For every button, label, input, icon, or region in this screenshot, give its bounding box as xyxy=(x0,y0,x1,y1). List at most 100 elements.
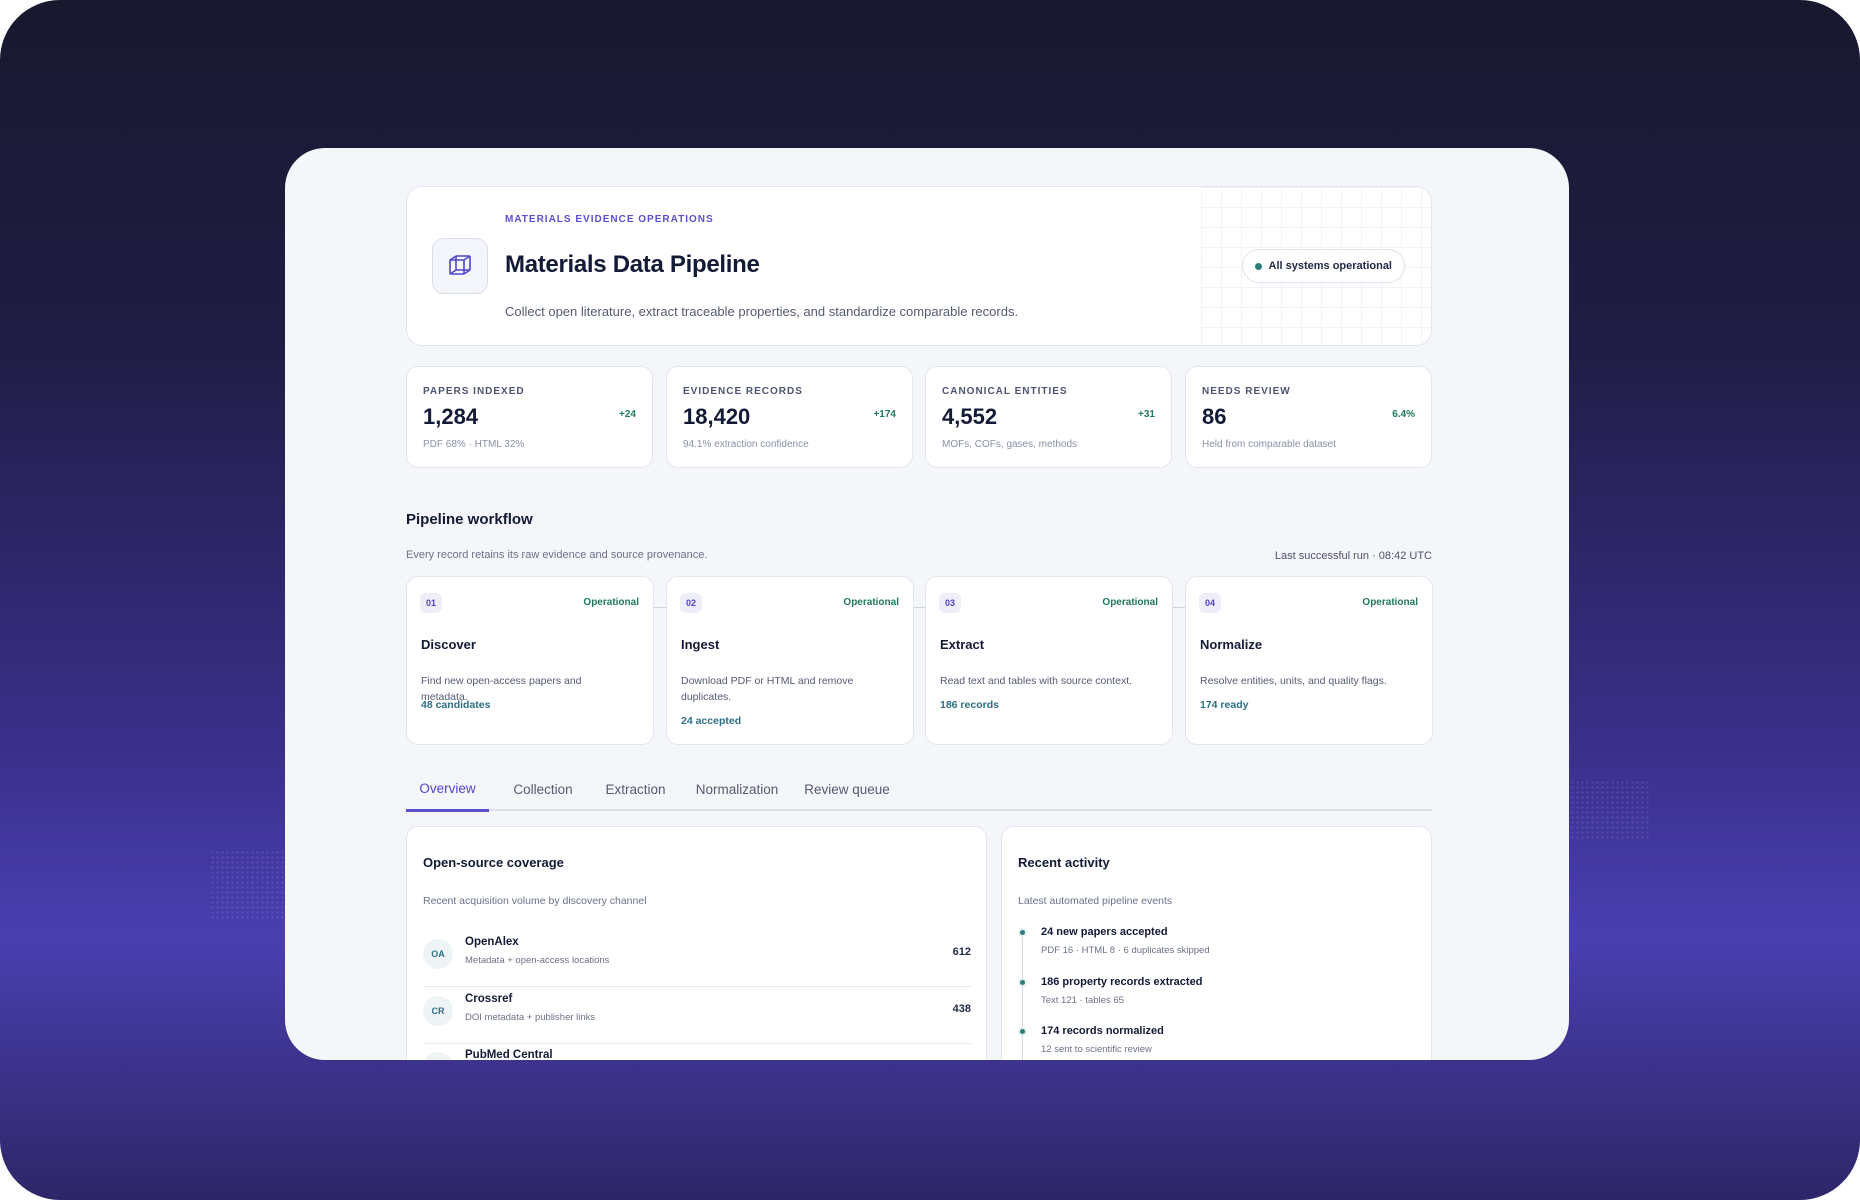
activity-item-detail: 12 sent to scientific review xyxy=(1041,1044,1152,1055)
metric-label: NEEDS REVIEW xyxy=(1202,386,1291,397)
activity-item-title: 174 records normalized xyxy=(1041,1025,1164,1037)
step-count-link[interactable]: 174 ready xyxy=(1200,699,1248,711)
metric-card-evidence-records[interactable]: EVIDENCE RECORDS 18,420 +174 94.1% extra… xyxy=(666,366,913,468)
step-count-link[interactable]: 24 accepted xyxy=(681,715,741,727)
metric-label: CANONICAL ENTITIES xyxy=(942,386,1068,397)
step-name: Ingest xyxy=(681,637,720,652)
source-count: 612 xyxy=(952,946,971,958)
cube-lattice-icon xyxy=(449,255,471,275)
source-row-pubmed-central[interactable]: PM PubMed Central xyxy=(423,1044,971,1060)
metrics-row: PAPERS INDEXED 1,284 +24 PDF 68% · HTML … xyxy=(406,366,1432,468)
step-number: 01 xyxy=(420,593,442,613)
tab-bar: Overview Collection Extraction Normaliza… xyxy=(406,768,1432,812)
source-count: 438 xyxy=(952,1003,971,1015)
step-status: Operational xyxy=(1362,597,1418,608)
activity-panel: Recent activity Latest automated pipelin… xyxy=(1001,826,1432,1060)
source-subtitle: Metadata + open-access locations xyxy=(465,955,610,966)
status-dot-icon xyxy=(1254,263,1262,270)
source-name: Crossref xyxy=(465,993,513,1005)
tab-overview[interactable]: Overview xyxy=(406,768,489,812)
app-window: MATERIALS EVIDENCE OPERATIONS Materials … xyxy=(285,148,1569,1060)
workflow-step-discover[interactable]: 01 Operational Discover Find new open-ac… xyxy=(406,576,654,745)
step-connector xyxy=(1173,607,1185,608)
workflow-section-title: Pipeline workflow xyxy=(406,511,533,528)
metric-value: 86 xyxy=(1202,404,1227,429)
tab-review-queue[interactable]: Review queue xyxy=(798,768,896,811)
step-description: Download PDF or HTML and remove duplicat… xyxy=(681,675,854,703)
tab-collection[interactable]: Collection xyxy=(502,768,584,811)
metric-label: PAPERS INDEXED xyxy=(423,386,525,397)
step-status: Operational xyxy=(1102,597,1158,608)
step-name: Discover xyxy=(421,637,476,652)
metric-value: 1,284 xyxy=(423,404,479,429)
metric-card-canonical-entities[interactable]: CANONICAL ENTITIES 4,552 +31 MOFs, COFs,… xyxy=(925,366,1172,468)
page-subtitle: Collect open literature, extract traceab… xyxy=(505,304,1019,319)
eyebrow-label: MATERIALS EVIDENCE OPERATIONS xyxy=(505,214,714,225)
backdrop: MATERIALS EVIDENCE OPERATIONS Materials … xyxy=(0,0,1860,1200)
system-status-label: All systems operational xyxy=(1268,260,1393,272)
tab-normalization[interactable]: Normalization xyxy=(688,768,786,811)
step-status: Operational xyxy=(843,597,899,608)
coverage-description: Recent acquisition volume by discovery c… xyxy=(423,895,647,907)
activity-item[interactable]: 24 new papers accepted PDF 16 · HTML 8 ·… xyxy=(1018,926,1418,970)
page-title: Materials Data Pipeline xyxy=(505,251,760,278)
step-count-link[interactable]: 48 candidates xyxy=(421,699,490,711)
source-name: OpenAlex xyxy=(465,936,519,948)
source-badge: PM xyxy=(423,1052,453,1060)
metric-value: 4,552 xyxy=(942,404,998,429)
metric-note: PDF 68% · HTML 32% xyxy=(423,439,525,450)
metric-delta: +174 xyxy=(873,409,896,420)
step-connector xyxy=(654,607,666,608)
step-number: 04 xyxy=(1199,593,1221,613)
workflow-section-description: Every record retains its raw evidence an… xyxy=(406,549,708,561)
last-run-timestamp: Last successful run · 08:42 UTC xyxy=(1274,550,1432,562)
system-status-badge[interactable]: All systems operational xyxy=(1241,249,1405,283)
activity-description: Latest automated pipeline events xyxy=(1018,895,1173,907)
metric-note: Held from comparable dataset xyxy=(1202,439,1336,450)
workflow-step-normalize[interactable]: 04 Operational Normalize Resolve entitie… xyxy=(1185,576,1433,745)
header-card: MATERIALS EVIDENCE OPERATIONS Materials … xyxy=(406,186,1432,346)
step-status: Operational xyxy=(583,597,639,608)
source-subtitle: DOI metadata + publisher links xyxy=(465,1012,596,1023)
activity-item-title: 24 new papers accepted xyxy=(1041,926,1168,938)
activity-item[interactable]: 174 records normalized 12 sent to scient… xyxy=(1018,1025,1418,1060)
metric-value: 18,420 xyxy=(683,404,751,429)
metric-delta: +24 xyxy=(619,409,636,420)
source-row-crossref[interactable]: CR Crossref DOI metadata + publisher lin… xyxy=(423,988,971,1044)
logo xyxy=(432,238,488,294)
activity-item-detail: PDF 16 · HTML 8 · 6 duplicates skipped xyxy=(1041,945,1210,956)
coverage-title: Open-source coverage xyxy=(423,855,564,870)
timeline-dot-icon xyxy=(1018,928,1027,937)
source-name: PubMed Central xyxy=(465,1049,553,1060)
step-number: 03 xyxy=(939,593,961,613)
metric-card-papers-indexed[interactable]: PAPERS INDEXED 1,284 +24 PDF 68% · HTML … xyxy=(406,366,653,468)
metric-note: MOFs, COFs, gases, methods xyxy=(942,439,1078,450)
step-description: Read text and tables with source context… xyxy=(940,675,1133,687)
source-row-openalex[interactable]: OA OpenAlex Metadata + open-access locat… xyxy=(423,931,971,987)
metric-note: 94.1% extraction confidence xyxy=(683,439,809,450)
dashboard: MATERIALS EVIDENCE OPERATIONS Materials … xyxy=(406,186,1433,1060)
source-badge: OA xyxy=(423,939,453,969)
tab-extraction[interactable]: Extraction xyxy=(596,768,675,811)
activity-item[interactable]: 186 property records extracted Text 121 … xyxy=(1018,976,1418,1020)
activity-item-detail: Text 121 · tables 65 xyxy=(1041,995,1124,1006)
workflow-steps: 01 Operational Discover Find new open-ac… xyxy=(406,576,1433,745)
source-badge: CR xyxy=(423,996,453,1026)
step-name: Normalize xyxy=(1200,637,1263,652)
coverage-panel: Open-source coverage Recent acquisition … xyxy=(406,826,987,1060)
metric-card-needs-review[interactable]: NEEDS REVIEW 86 6.4% Held from comparabl… xyxy=(1185,366,1432,468)
activity-item-title: 186 property records extracted xyxy=(1041,976,1203,988)
metric-label: EVIDENCE RECORDS xyxy=(683,386,803,397)
activity-title: Recent activity xyxy=(1018,855,1110,870)
step-connector xyxy=(913,607,925,608)
step-description: Resolve entities, units, and quality fla… xyxy=(1200,675,1387,687)
step-count-link[interactable]: 186 records xyxy=(940,699,999,711)
step-name: Extract xyxy=(940,637,985,652)
metric-delta: +31 xyxy=(1138,409,1155,420)
timeline-dot-icon xyxy=(1018,1027,1027,1036)
timeline-dot-icon xyxy=(1018,978,1027,987)
workflow-step-extract[interactable]: 03 Operational Extract Read text and tab… xyxy=(925,576,1173,745)
workflow-step-ingest[interactable]: 02 Operational Ingest Download PDF or HT… xyxy=(666,576,914,745)
metric-delta: 6.4% xyxy=(1392,409,1415,420)
step-number: 02 xyxy=(680,593,702,613)
